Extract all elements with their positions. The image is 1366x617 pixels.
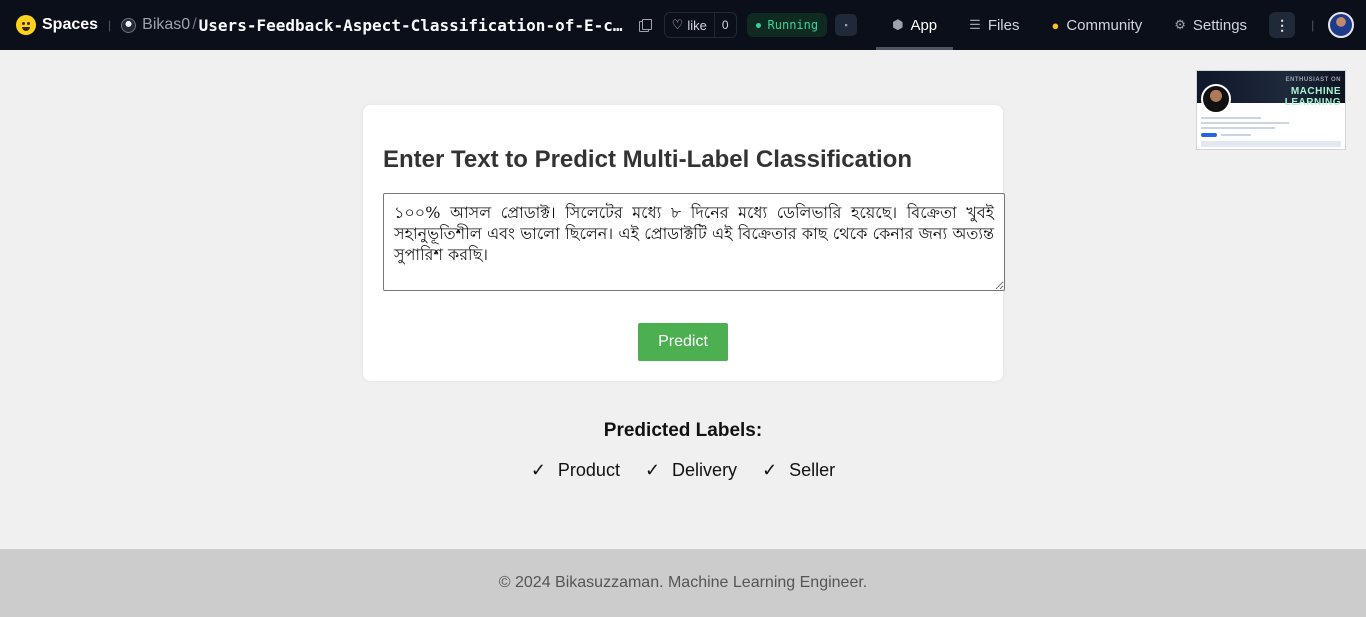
thumbnail-chip [1201, 133, 1217, 137]
predicted-label-text: Delivery [672, 460, 738, 480]
thumbnail-text-line [1201, 141, 1341, 147]
tab-community-label: Community [1066, 16, 1143, 34]
feedback-text-input[interactable]: ১০০% আসল প্রোডাক্ট। সিলেটের মধ্যে ৮ দিনে… [383, 193, 1005, 291]
kebab-menu-icon: ⋮ [1275, 16, 1290, 33]
tab-files[interactable]: ☰ Files [953, 0, 1035, 50]
footer: © 2024 Bikasuzzaman. Machine Learning En… [0, 549, 1366, 617]
status-label: Running [767, 18, 819, 32]
status-dot-icon [755, 22, 761, 28]
footer-text: © 2024 Bikasuzzaman. Machine Learning En… [498, 574, 868, 591]
results-heading: Predicted Labels: [603, 420, 763, 441]
copy-icon[interactable] [638, 19, 652, 32]
prediction-card: Enter Text to Predict Multi-Label Classi… [363, 105, 1005, 381]
thumbnail-text-line [1221, 134, 1251, 136]
cube-icon: ⬢ [892, 17, 904, 32]
divider: | [1311, 18, 1315, 32]
page-title: Enter Text to Predict Multi-Label Classi… [383, 146, 912, 173]
profile-thumbnail-image: ENTHUSIAST ON MACHINE LEARNING [1196, 70, 1346, 150]
owner-link[interactable]: Bikas0 [142, 16, 190, 34]
like-label: like [687, 17, 707, 33]
space-tabs: ⬢ App ☰ Files ● Community ⚙ Settings [876, 0, 1263, 50]
tab-app-label: App [910, 16, 938, 34]
spaces-link[interactable]: Spaces [16, 15, 98, 35]
thumbnail-text-line [1201, 122, 1289, 124]
status-badge[interactable]: Running [746, 13, 828, 37]
tab-settings-label: Settings [1192, 16, 1248, 34]
huggingface-logo-icon [16, 15, 36, 35]
predicted-label-item: ✓ Delivery [645, 460, 737, 481]
path-separator: / [192, 16, 197, 33]
community-icon: ● [1051, 17, 1060, 33]
tab-settings[interactable]: ⚙ Settings [1158, 0, 1263, 50]
predicted-label-item: ✓ Seller [762, 460, 835, 481]
predicted-labels-list: ✓ Product ✓ Delivery ✓ Seller [0, 460, 1366, 481]
tab-community[interactable]: ● Community [1035, 0, 1158, 50]
like-button[interactable]: ♡ like [665, 13, 714, 37]
files-icon: ☰ [969, 17, 981, 32]
chip-icon: ▪ [844, 20, 848, 30]
heart-icon: ♡ [671, 17, 684, 32]
owner-avatar[interactable] [121, 17, 137, 33]
tab-files-label: Files [987, 16, 1020, 34]
thumbnail-avatar [1201, 84, 1231, 114]
predicted-label-text: Product [557, 460, 620, 480]
like-widget: ♡ like 0 [663, 12, 737, 38]
more-options-button[interactable]: ⋮ [1269, 12, 1296, 38]
user-avatar[interactable] [1328, 12, 1355, 38]
like-count[interactable]: 0 [713, 13, 736, 37]
checkmark-icon: ✓ [762, 460, 778, 480]
thumbnail-banner-text: ENTHUSIAST ON MACHINE LEARNING [1284, 77, 1341, 108]
spaces-label: Spaces [42, 16, 99, 33]
tab-app[interactable]: ⬢ App [876, 0, 954, 50]
checkmark-icon: ✓ [644, 460, 661, 480]
repo-name-link[interactable]: Users-Feedback-Aspect-Classification-of-… [199, 16, 631, 35]
predicted-label-text: Seller [789, 460, 836, 480]
top-navigation-bar: Spaces | Bikas0 / Users-Feedback-Aspect-… [0, 0, 1366, 50]
thumbnail-text-line [1201, 127, 1275, 129]
thumbnail-text-line [1201, 117, 1261, 119]
predict-button[interactable]: Predict [638, 323, 728, 361]
checkmark-icon: ✓ [530, 460, 546, 480]
hardware-button[interactable]: ▪ [835, 14, 858, 36]
gear-icon: ⚙ [1174, 17, 1186, 32]
predicted-label-item: ✓ Product [531, 460, 620, 481]
divider: | [108, 18, 112, 32]
